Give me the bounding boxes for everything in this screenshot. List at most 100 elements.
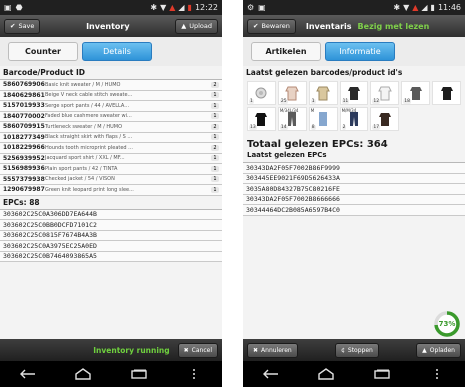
tab-bar: Artikelen Informatie (243, 37, 465, 66)
stop-button[interactable]: ¢ Stoppen (335, 342, 379, 358)
epc-list[interactable]: 30343DA2F05F7002B86F9999 303445EE9021F69… (243, 162, 465, 216)
product-thumbnail[interactable]: M/M/34 2 (339, 107, 369, 131)
list-item[interactable]: 5860709915 Turtleneck sweater / M / HUMO 2 (0, 122, 222, 133)
jeans-icon (288, 112, 297, 126)
save-button-label: Save (18, 22, 35, 30)
save-button[interactable]: ✔ Save (4, 18, 41, 34)
grey-blazer-icon (409, 87, 422, 100)
product-thumbnail[interactable]: 1 (308, 81, 338, 105)
barcode-id: 5156989936 (3, 165, 45, 173)
list-item[interactable]: 1840770002 Faded blue cashmere sweater wi… (0, 111, 222, 122)
battery-icon: ▮ (187, 3, 192, 12)
list-item[interactable]: 1290679987 Green knit leopard print long … (0, 185, 222, 196)
bluetooth-icon: ✱ (393, 3, 401, 12)
brown-jacket-icon (378, 113, 391, 126)
product-thumbnail[interactable]: 11 (339, 81, 369, 105)
recent-apps-icon[interactable] (124, 369, 154, 379)
product-thumbnail[interactable]: 13 (247, 107, 276, 131)
home-icon[interactable] (68, 368, 98, 380)
list-item[interactable]: 1018229966 Hounds tooth microprint pleate… (0, 143, 222, 154)
product-thumbnail[interactable]: 17 (370, 107, 400, 131)
upload-button[interactable]: ▲ Opladen (416, 342, 461, 358)
barcode-id: 5860709915 (3, 123, 45, 131)
barcode-id: 1840629861 (3, 91, 45, 99)
list-item[interactable]: 5557379938 Checked jacket / 54 / VISON 1 (0, 174, 222, 185)
list-item[interactable]: 5157019933 Serge sport pants / 44 / AVELL… (0, 101, 222, 112)
epc-row[interactable]: 303602C25C0BB0DCFD7101C2 (0, 220, 222, 231)
product-thumbnail[interactable]: 18 (401, 81, 431, 105)
overflow-menu-icon[interactable] (179, 368, 209, 380)
white-shirt-icon (378, 86, 392, 101)
close-icon: ✖ (183, 346, 189, 354)
back-icon[interactable] (256, 369, 286, 379)
product-thumbnail[interactable]: M8 (308, 107, 338, 131)
count-badge: 1 (211, 176, 219, 183)
upload-button-label: Upload (189, 22, 212, 30)
wifi-icon: ▼ (160, 3, 167, 12)
product-description: Checked jacket / 54 / VISON (45, 176, 115, 183)
overflow-menu-icon[interactable] (422, 368, 452, 380)
epc-row[interactable]: 30343DA2F05F7002B8666666 (243, 194, 465, 205)
product-thumbnail[interactable]: M/34L/34 14 (277, 107, 307, 131)
product-thumbnail[interactable]: 25 (277, 81, 307, 105)
barcode-id: 1018229966 (3, 144, 45, 152)
product-thumbnail[interactable] (432, 81, 461, 105)
count-badge: 1 (211, 155, 219, 162)
screenshot-gap (222, 0, 243, 387)
beige-jacket-icon (316, 86, 330, 101)
product-description: Turtleneck sweater / M / HUMO (45, 123, 123, 130)
upload-button-label: Opladen (429, 346, 455, 354)
list-item[interactable]: 5256939952 Jacquard sport shirt / XXL / M… (0, 153, 222, 164)
epc-row[interactable]: 303602C25C0A3975EC25A0ED (0, 241, 222, 252)
system-nav-bar (243, 361, 465, 387)
clock: 12:22 (194, 3, 218, 12)
epc-row[interactable]: 3035A80D84327B75C80216FE (243, 184, 465, 195)
total-epcs-read: Totaal gelezen EPCs: 364 (247, 139, 388, 150)
back-icon[interactable] (13, 369, 43, 379)
count-badge: 2 (211, 123, 219, 130)
barcode-id: 5157019933 (3, 102, 45, 110)
epc-row[interactable]: 303602C25C0A306DD7EA644B (0, 209, 222, 220)
barcode-id: 1840770002 (3, 112, 45, 120)
thumbnail-count: 12 (372, 99, 381, 104)
tab-counter[interactable]: Counter (8, 42, 78, 61)
tab-details[interactable]: Details (82, 42, 152, 61)
navy-trousers-icon (349, 112, 358, 126)
product-description: Beige V neck cable stitch sweate... (45, 92, 133, 99)
clock: 11:46 (437, 3, 461, 12)
reading-status: Bezig met lezen (357, 21, 430, 31)
count-badge: 1 (211, 102, 219, 109)
recent-apps-icon[interactable] (367, 369, 397, 379)
list-item[interactable]: 1018277349 Black straight skirt with flap… (0, 132, 222, 143)
home-icon[interactable] (311, 368, 341, 380)
upload-icon: ▲ (422, 346, 427, 354)
epc-row[interactable]: 30344464DC2B085A6597B4C0 (243, 205, 465, 216)
epc-row[interactable]: 303445EE9021F69D5626433A (243, 173, 465, 184)
signal-icon: ◢ (421, 3, 428, 12)
save-button[interactable]: ✔ Bewaren (247, 18, 296, 34)
product-description: Serge sport pants / 44 / AVELLA... (45, 102, 130, 109)
product-description: Hounds tooth microprint pleated ... (45, 144, 133, 151)
list-item[interactable]: 5860769906 Basic knit sweater / M / HUMO 2 (0, 80, 222, 91)
barcode-list[interactable]: 5860769906 Basic knit sweater / M / HUMO 2… (0, 79, 222, 196)
thumbnail-count: 18 (403, 99, 412, 104)
tab-information[interactable]: Informatie (325, 42, 395, 61)
epc-list[interactable]: 303602C25C0A306DD7EA644B 303602C25C0BB0D… (0, 208, 222, 262)
tab-articles[interactable]: Artikelen (251, 42, 321, 61)
epc-row[interactable]: 303602C25C0815F7674B4A3B (0, 230, 222, 241)
count-badge: 1 (211, 186, 219, 193)
page-title: Inventaris (305, 21, 352, 31)
product-thumbnail[interactable]: 12 (370, 81, 400, 105)
cancel-button[interactable]: ✖ Annuleren (247, 342, 298, 358)
epc-row[interactable]: 303602C25C0B7464093865A5 (0, 251, 222, 262)
barcode-section-header: Laatst gelezen barcodes/product id's (243, 66, 465, 79)
cancel-button-label: Cancel (191, 346, 212, 354)
epc-row[interactable]: 30343DA2F05F7002B86F9999 (243, 163, 465, 174)
list-item[interactable]: 5156989936 Plain sport pants / 42 / TINTA… (0, 164, 222, 175)
save-button-label: Bewaren (261, 22, 290, 30)
list-item[interactable]: 1840629861 Beige V neck cable stitch swea… (0, 90, 222, 101)
barcode-id: 1290679987 (3, 186, 45, 194)
cancel-button[interactable]: ✖ Cancel (177, 342, 218, 358)
product-thumbnail[interactable]: 1 (247, 81, 276, 105)
upload-button[interactable]: ▲ Upload (175, 18, 218, 34)
